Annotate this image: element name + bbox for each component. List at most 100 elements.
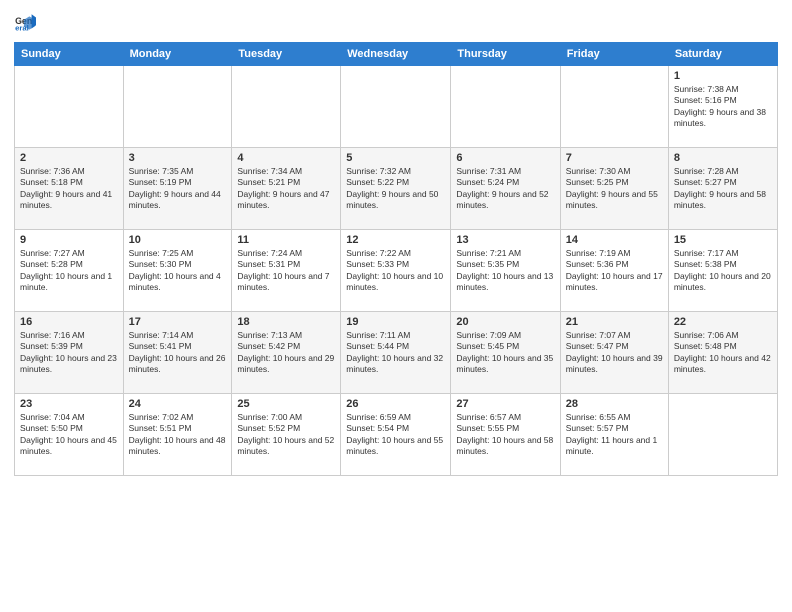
day-number: 1 [674, 70, 772, 82]
calendar-cell [232, 66, 341, 148]
column-header-monday: Monday [123, 43, 232, 66]
calendar-cell: 11 Sunrise: 7:24 AM Sunset: 5:31 PM Dayli… [232, 230, 341, 312]
calendar-cell [341, 66, 451, 148]
calendar-cell: 28 Sunrise: 6:55 AM Sunset: 5:57 PM Dayli… [560, 394, 668, 476]
day-info: Sunrise: 7:06 AM Sunset: 5:48 PM Dayligh… [674, 330, 772, 376]
calendar-week-3: 9 Sunrise: 7:27 AM Sunset: 5:28 PM Daylig… [15, 230, 778, 312]
calendar-header: SundayMondayTuesdayWednesdayThursdayFrid… [15, 43, 778, 66]
day-info: Sunrise: 7:30 AM Sunset: 5:25 PM Dayligh… [566, 166, 663, 212]
day-info: Sunrise: 6:55 AM Sunset: 5:57 PM Dayligh… [566, 412, 663, 458]
day-info: Sunrise: 7:32 AM Sunset: 5:22 PM Dayligh… [346, 166, 445, 212]
calendar-week-1: 1 Sunrise: 7:38 AM Sunset: 5:16 PM Daylig… [15, 66, 778, 148]
day-info: Sunrise: 7:16 AM Sunset: 5:39 PM Dayligh… [20, 330, 118, 376]
calendar-cell: 17 Sunrise: 7:14 AM Sunset: 5:41 PM Dayli… [123, 312, 232, 394]
calendar-week-4: 16 Sunrise: 7:16 AM Sunset: 5:39 PM Dayli… [15, 312, 778, 394]
calendar-cell: 18 Sunrise: 7:13 AM Sunset: 5:42 PM Dayli… [232, 312, 341, 394]
calendar-cell [451, 66, 560, 148]
calendar-cell: 7 Sunrise: 7:30 AM Sunset: 5:25 PM Daylig… [560, 148, 668, 230]
day-number: 26 [346, 398, 445, 410]
calendar-cell: 14 Sunrise: 7:19 AM Sunset: 5:36 PM Dayli… [560, 230, 668, 312]
day-info: Sunrise: 7:17 AM Sunset: 5:38 PM Dayligh… [674, 248, 772, 294]
calendar-cell: 15 Sunrise: 7:17 AM Sunset: 5:38 PM Dayli… [668, 230, 777, 312]
column-header-thursday: Thursday [451, 43, 560, 66]
calendar-cell: 9 Sunrise: 7:27 AM Sunset: 5:28 PM Daylig… [15, 230, 124, 312]
day-info: Sunrise: 7:19 AM Sunset: 5:36 PM Dayligh… [566, 248, 663, 294]
day-info: Sunrise: 7:36 AM Sunset: 5:18 PM Dayligh… [20, 166, 118, 212]
day-number: 13 [456, 234, 554, 246]
day-info: Sunrise: 7:38 AM Sunset: 5:16 PM Dayligh… [674, 84, 772, 130]
day-number: 23 [20, 398, 118, 410]
calendar-cell [15, 66, 124, 148]
day-number: 19 [346, 316, 445, 328]
day-info: Sunrise: 7:02 AM Sunset: 5:51 PM Dayligh… [129, 412, 227, 458]
calendar-cell: 2 Sunrise: 7:36 AM Sunset: 5:18 PM Daylig… [15, 148, 124, 230]
day-info: Sunrise: 7:14 AM Sunset: 5:41 PM Dayligh… [129, 330, 227, 376]
day-number: 5 [346, 152, 445, 164]
day-number: 16 [20, 316, 118, 328]
day-number: 2 [20, 152, 118, 164]
column-header-saturday: Saturday [668, 43, 777, 66]
day-number: 28 [566, 398, 663, 410]
day-info: Sunrise: 7:25 AM Sunset: 5:30 PM Dayligh… [129, 248, 227, 294]
header: Gen eral [14, 12, 778, 34]
calendar-cell: 4 Sunrise: 7:34 AM Sunset: 5:21 PM Daylig… [232, 148, 341, 230]
calendar-cell: 20Sunrise: 7:09 AM Sunset: 5:45 PM Dayli… [451, 312, 560, 394]
day-number: 18 [237, 316, 335, 328]
day-info: Sunrise: 7:21 AM Sunset: 5:35 PM Dayligh… [456, 248, 554, 294]
calendar-cell: 8 Sunrise: 7:28 AM Sunset: 5:27 PM Daylig… [668, 148, 777, 230]
column-header-tuesday: Tuesday [232, 43, 341, 66]
calendar-cell [668, 394, 777, 476]
day-number: 8 [674, 152, 772, 164]
calendar-cell: 22 Sunrise: 7:06 AM Sunset: 5:48 PM Dayli… [668, 312, 777, 394]
day-info: Sunrise: 6:59 AM Sunset: 5:54 PM Dayligh… [346, 412, 445, 458]
column-header-sunday: Sunday [15, 43, 124, 66]
day-info: Sunrise: 7:35 AM Sunset: 5:19 PM Dayligh… [129, 166, 227, 212]
calendar-table: SundayMondayTuesdayWednesdayThursdayFrid… [14, 42, 778, 476]
calendar-cell [123, 66, 232, 148]
calendar-cell: 10 Sunrise: 7:25 AM Sunset: 5:30 PM Dayli… [123, 230, 232, 312]
day-info: Sunrise: 7:27 AM Sunset: 5:28 PM Dayligh… [20, 248, 118, 294]
calendar-cell: 13 Sunrise: 7:21 AM Sunset: 5:35 PM Dayli… [451, 230, 560, 312]
day-number: 9 [20, 234, 118, 246]
day-number: 17 [129, 316, 227, 328]
day-number: 4 [237, 152, 335, 164]
day-info: Sunrise: 7:09 AM Sunset: 5:45 PM Dayligh… [456, 330, 554, 376]
calendar-cell: 1 Sunrise: 7:38 AM Sunset: 5:16 PM Daylig… [668, 66, 777, 148]
calendar-cell: 21Sunrise: 7:07 AM Sunset: 5:47 PM Dayli… [560, 312, 668, 394]
day-info: Sunrise: 7:28 AM Sunset: 5:27 PM Dayligh… [674, 166, 772, 212]
day-info: Sunrise: 7:22 AM Sunset: 5:33 PM Dayligh… [346, 248, 445, 294]
calendar-cell: 24Sunrise: 7:02 AM Sunset: 5:51 PM Dayli… [123, 394, 232, 476]
calendar-cell: 3 Sunrise: 7:35 AM Sunset: 5:19 PM Daylig… [123, 148, 232, 230]
column-header-friday: Friday [560, 43, 668, 66]
day-number: 10 [129, 234, 227, 246]
calendar-cell: 25Sunrise: 7:00 AM Sunset: 5:52 PM Dayli… [232, 394, 341, 476]
calendar-cell: 12 Sunrise: 7:22 AM Sunset: 5:33 PM Dayli… [341, 230, 451, 312]
day-info: Sunrise: 7:07 AM Sunset: 5:47 PM Dayligh… [566, 330, 663, 376]
day-number: 15 [674, 234, 772, 246]
calendar-cell: 23 Sunrise: 7:04 AM Sunset: 5:50 PM Dayli… [15, 394, 124, 476]
calendar-cell: 26 Sunrise: 6:59 AM Sunset: 5:54 PM Dayli… [341, 394, 451, 476]
day-info: Sunrise: 7:00 AM Sunset: 5:52 PM Dayligh… [237, 412, 335, 458]
logo-icon: Gen eral [14, 12, 36, 34]
day-number: 22 [674, 316, 772, 328]
day-number: 14 [566, 234, 663, 246]
day-info: Sunrise: 6:57 AM Sunset: 5:55 PM Dayligh… [456, 412, 554, 458]
calendar-body: 1 Sunrise: 7:38 AM Sunset: 5:16 PM Daylig… [15, 66, 778, 476]
day-info: Sunrise: 7:04 AM Sunset: 5:50 PM Dayligh… [20, 412, 118, 458]
day-info: Sunrise: 7:34 AM Sunset: 5:21 PM Dayligh… [237, 166, 335, 212]
day-info: Sunrise: 7:11 AM Sunset: 5:44 PM Dayligh… [346, 330, 445, 376]
calendar-cell: 27 Sunrise: 6:57 AM Sunset: 5:55 PM Dayli… [451, 394, 560, 476]
calendar-week-5: 23 Sunrise: 7:04 AM Sunset: 5:50 PM Dayli… [15, 394, 778, 476]
day-number: 3 [129, 152, 227, 164]
day-number: 12 [346, 234, 445, 246]
day-number: 27 [456, 398, 554, 410]
day-number: 7 [566, 152, 663, 164]
day-info: Sunrise: 7:13 AM Sunset: 5:42 PM Dayligh… [237, 330, 335, 376]
day-info: Sunrise: 7:24 AM Sunset: 5:31 PM Dayligh… [237, 248, 335, 294]
header-row: SundayMondayTuesdayWednesdayThursdayFrid… [15, 43, 778, 66]
logo: Gen eral [14, 12, 38, 34]
page-container: Gen eral SundayMondayTuesdayWednesdayThu… [0, 0, 792, 484]
day-number: 11 [237, 234, 335, 246]
calendar-cell: 19 Sunrise: 7:11 AM Sunset: 5:44 PM Dayli… [341, 312, 451, 394]
calendar-cell: 6Sunrise: 7:31 AM Sunset: 5:24 PM Daylig… [451, 148, 560, 230]
